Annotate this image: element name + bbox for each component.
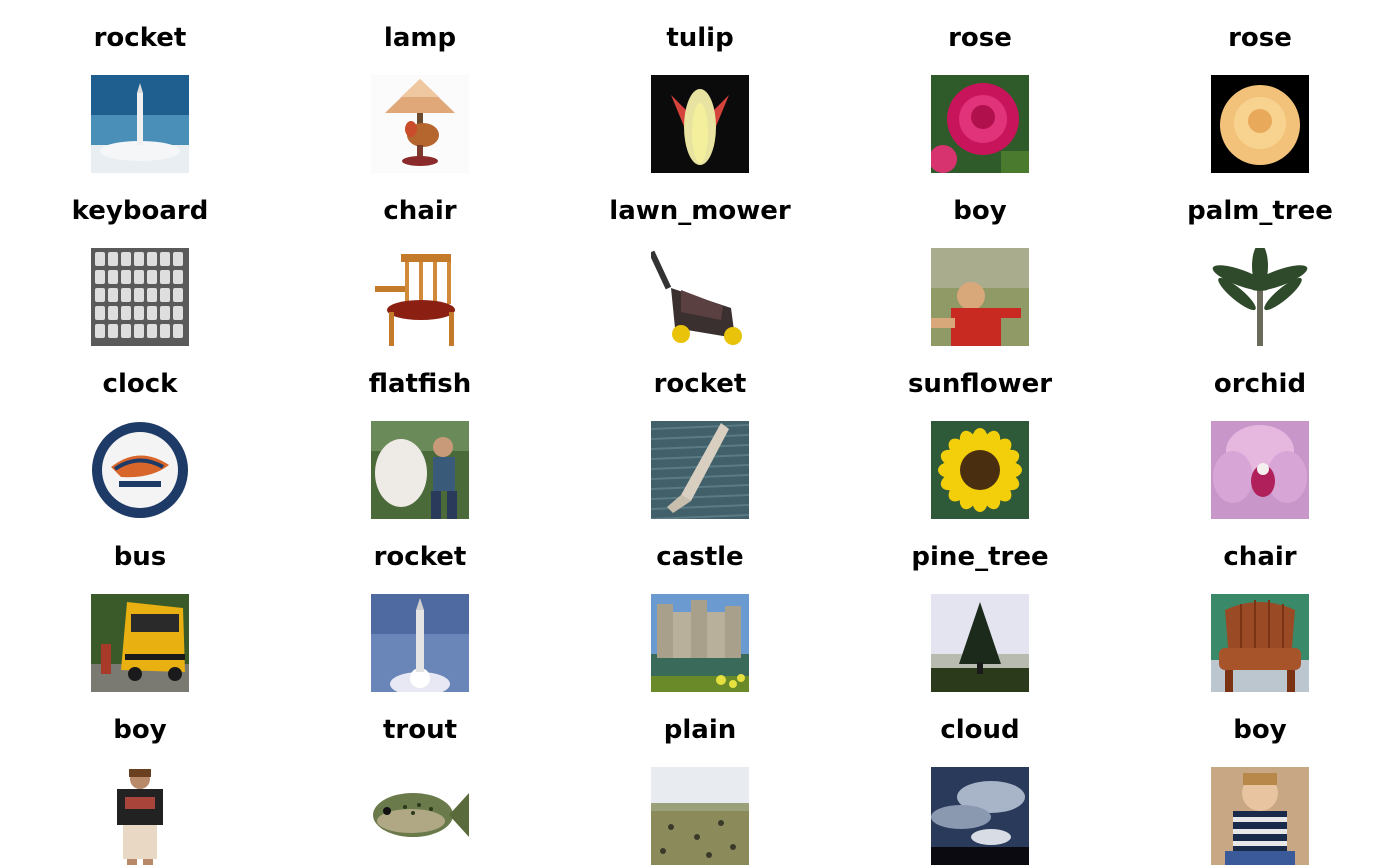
grid-cell: plain bbox=[560, 692, 840, 865]
image-label: rocket bbox=[373, 542, 467, 572]
sunflower-thumbnail bbox=[931, 421, 1029, 519]
boy-standing-thumbnail bbox=[91, 767, 189, 865]
image-label: keyboard bbox=[71, 196, 209, 226]
image-label: sunflower bbox=[907, 369, 1053, 399]
grid-cell: lawn_mower bbox=[560, 173, 840, 346]
grid-cell: lamp bbox=[280, 0, 560, 173]
lawn-mower-thumbnail bbox=[651, 248, 749, 346]
yellow-rose-thumbnail bbox=[1211, 75, 1309, 173]
trout-thumbnail bbox=[371, 767, 469, 865]
image-label: palm_tree bbox=[1187, 196, 1333, 226]
grid-cell: rose bbox=[1120, 0, 1400, 173]
wall-clock-thumbnail bbox=[91, 421, 189, 519]
keyboard-thumbnail bbox=[91, 248, 189, 346]
grid-cell: boy bbox=[0, 692, 280, 865]
image-label: cloud bbox=[940, 715, 1020, 745]
image-label: rocket bbox=[93, 23, 187, 53]
image-label: boy bbox=[953, 196, 1007, 226]
grid-cell: keyboard bbox=[0, 173, 280, 346]
image-label: flatfish bbox=[368, 369, 472, 399]
image-label: plain bbox=[663, 715, 737, 745]
image-label: bus bbox=[113, 542, 167, 572]
rooster-lamp-thumbnail bbox=[371, 75, 469, 173]
rocket-water-thumbnail bbox=[651, 421, 749, 519]
image-label: rose bbox=[1228, 23, 1292, 53]
grid-cell: rocket bbox=[0, 0, 280, 173]
image-label: rocket bbox=[653, 369, 747, 399]
tulip-thumbnail bbox=[651, 75, 749, 173]
image-label: pine_tree bbox=[911, 542, 1049, 572]
grid-cell: sunflower bbox=[840, 346, 1120, 519]
image-label: lamp bbox=[383, 23, 457, 53]
rocket-blue-sky-thumbnail bbox=[371, 594, 469, 692]
boy-sitting-thumbnail bbox=[1211, 767, 1309, 865]
grid-cell: tulip bbox=[560, 0, 840, 173]
image-grid: rocket lamp tulip rose rose keyboard chair lawn… bbox=[0, 0, 1400, 865]
grid-cell: clock bbox=[0, 346, 280, 519]
cloud-sky-thumbnail bbox=[931, 767, 1029, 865]
orchid-thumbnail bbox=[1211, 421, 1309, 519]
grid-cell: chair bbox=[1120, 519, 1400, 692]
image-label: castle bbox=[656, 542, 744, 572]
grid-cell: boy bbox=[840, 173, 1120, 346]
image-label: chair bbox=[383, 196, 457, 226]
school-bus-thumbnail bbox=[91, 594, 189, 692]
grid-cell: rose bbox=[840, 0, 1120, 173]
image-label: rose bbox=[948, 23, 1012, 53]
grid-cell: flatfish bbox=[280, 346, 560, 519]
grid-cell: cloud bbox=[840, 692, 1120, 865]
image-label: clock bbox=[102, 369, 178, 399]
pine-tree-thumbnail bbox=[931, 594, 1029, 692]
grid-cell: chair bbox=[280, 173, 560, 346]
wooden-chair-thumbnail bbox=[371, 248, 469, 346]
flatfish-thumbnail bbox=[371, 421, 469, 519]
grid-cell: pine_tree bbox=[840, 519, 1120, 692]
grid-cell: palm_tree bbox=[1120, 173, 1400, 346]
castle-thumbnail bbox=[651, 594, 749, 692]
image-label: orchid bbox=[1213, 369, 1307, 399]
image-label: boy bbox=[113, 715, 167, 745]
image-label: chair bbox=[1223, 542, 1297, 572]
grid-cell: rocket bbox=[280, 519, 560, 692]
image-label: tulip bbox=[666, 23, 734, 53]
grid-cell: rocket bbox=[560, 346, 840, 519]
plain-thumbnail bbox=[651, 767, 749, 865]
grid-cell: bus bbox=[0, 519, 280, 692]
pink-rose-thumbnail bbox=[931, 75, 1029, 173]
grid-cell: castle bbox=[560, 519, 840, 692]
palm-tree-thumbnail bbox=[1211, 248, 1309, 346]
image-label: trout bbox=[382, 715, 458, 745]
image-label: lawn_mower bbox=[609, 196, 791, 226]
rocket-launch-thumbnail bbox=[91, 75, 189, 173]
grid-cell: orchid bbox=[1120, 346, 1400, 519]
grid-cell: boy bbox=[1120, 692, 1400, 865]
boy-red-shirt-thumbnail bbox=[931, 248, 1029, 346]
image-label: boy bbox=[1233, 715, 1287, 745]
grid-cell: trout bbox=[280, 692, 560, 865]
leather-chair-thumbnail bbox=[1211, 594, 1309, 692]
